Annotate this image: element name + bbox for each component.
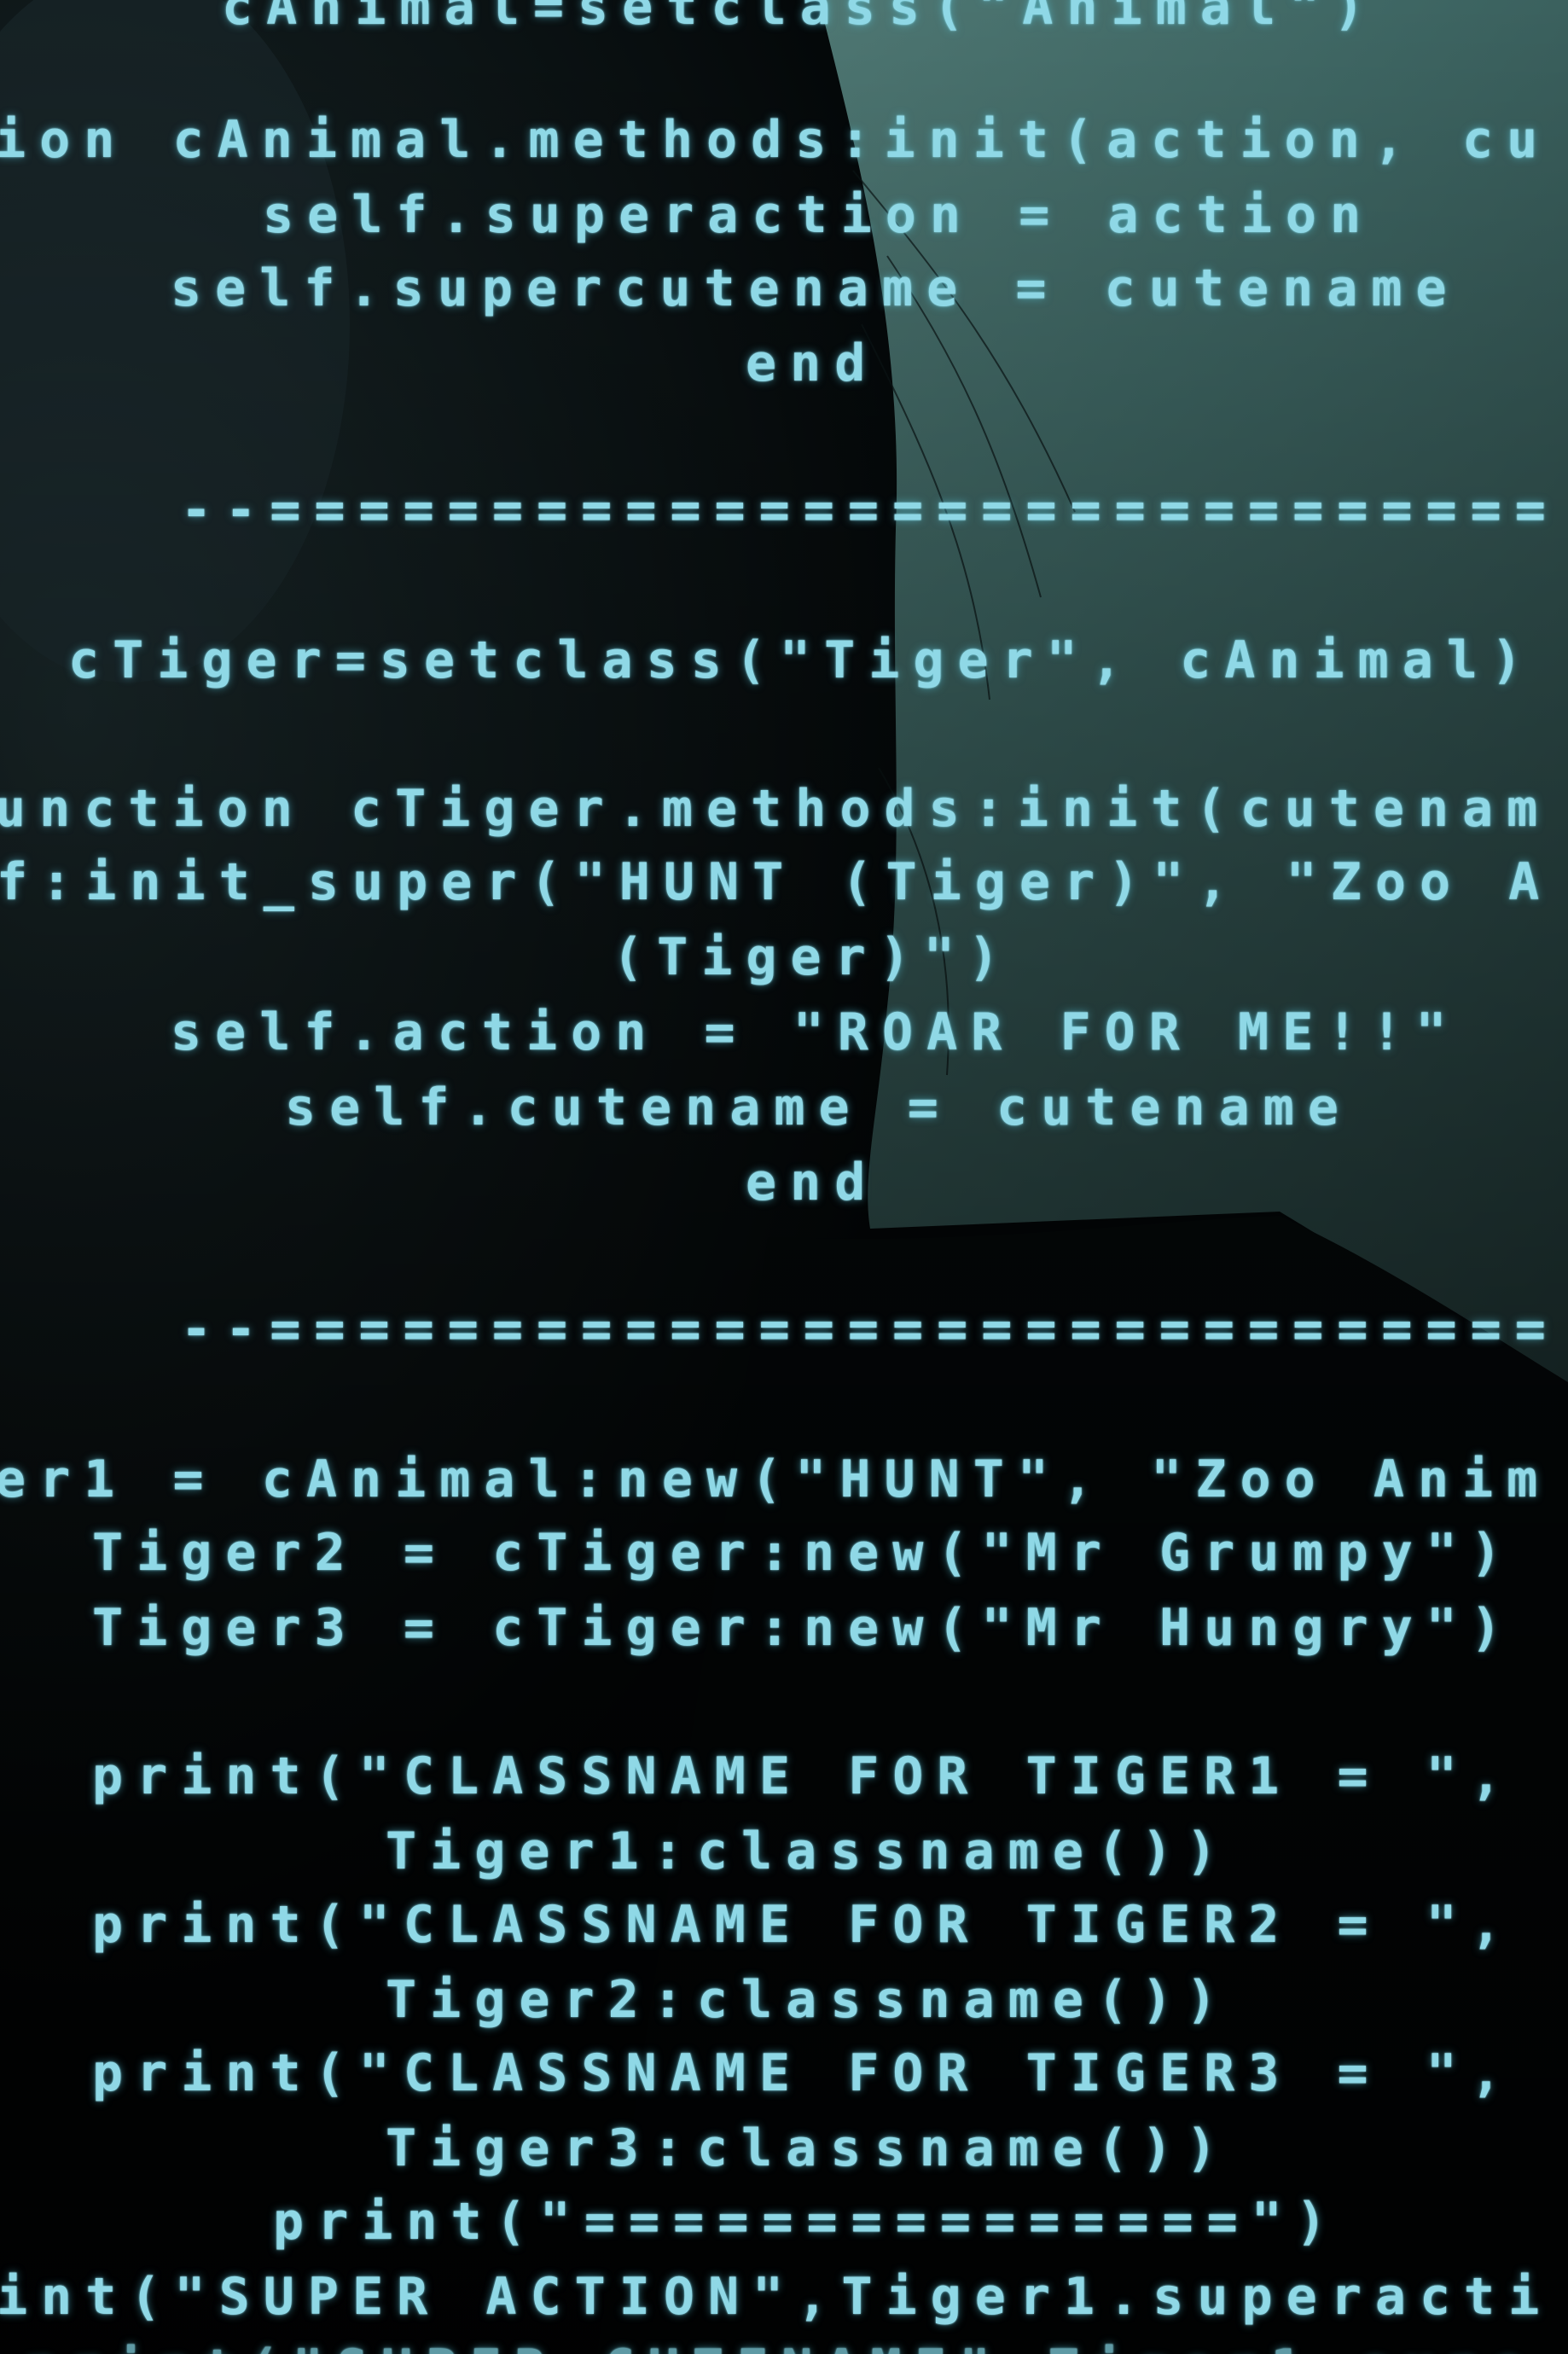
code-line: self.cutename = cutename <box>285 1078 1352 1137</box>
code-line: --============================= <box>181 480 1559 540</box>
code-line: self.action = "ROAR FOR ME!!" <box>171 1003 1461 1062</box>
code-line: int("SUPER ACTION",Tiger1.superacti <box>0 2267 1553 2327</box>
code-line: er1 = cAnimal:new("HUNT", "Zoo Anim <box>0 1450 1552 1509</box>
code-line: --============================= <box>181 1299 1559 1359</box>
code-line: self.superaction = action <box>263 185 1375 245</box>
code-line: Tiger3 = cTiger:new("Mr Hungry") <box>92 1598 1515 1658</box>
code-line: cAnimal=setclass("Animal") <box>222 0 1379 37</box>
code-line: print("CLASSNAME FOR TIGER1 = ", <box>92 1747 1515 1806</box>
code-line: Tiger1:classname()) <box>386 1822 1231 1881</box>
code-line: cTiger=setclass("Tiger", cAnimal) <box>68 631 1536 690</box>
code-line: print("SUPER CUTENAME",Tiger1.supe <box>26 2343 1537 2354</box>
code-line: Tiger3:classname()) <box>386 2119 1231 2178</box>
code-line: end <box>746 1153 880 1212</box>
code-line: print("CLASSNAME FOR TIGER2 = ", <box>92 1895 1515 1955</box>
code-line: ion cAnimal.methods:init(action, cu <box>0 110 1552 170</box>
code-line: Tiger2 = cTiger:new("Mr Grumpy") <box>92 1523 1515 1583</box>
code-line: Tiger2:classname()) <box>386 1970 1231 2030</box>
code-overlay-image: cAnimal=setclass("Animal") ion cAnimal.m… <box>0 0 1568 2354</box>
code-line: self.supercutename = cutename <box>171 259 1461 318</box>
code-line: print("===============") <box>273 2192 1340 2252</box>
code-line: (Tiger)") <box>613 927 1013 987</box>
code-line: end <box>746 334 880 393</box>
code-line: f:init_super("HUNT (Tiger)", "Zoo A <box>0 852 1553 912</box>
code-line: print("CLASSNAME FOR TIGER3 = ", <box>92 2043 1515 2103</box>
code-line: unction cTiger.methods:init(cutenam <box>0 779 1552 839</box>
code-listing: cAnimal=setclass("Animal") ion cAnimal.m… <box>0 0 1568 2354</box>
